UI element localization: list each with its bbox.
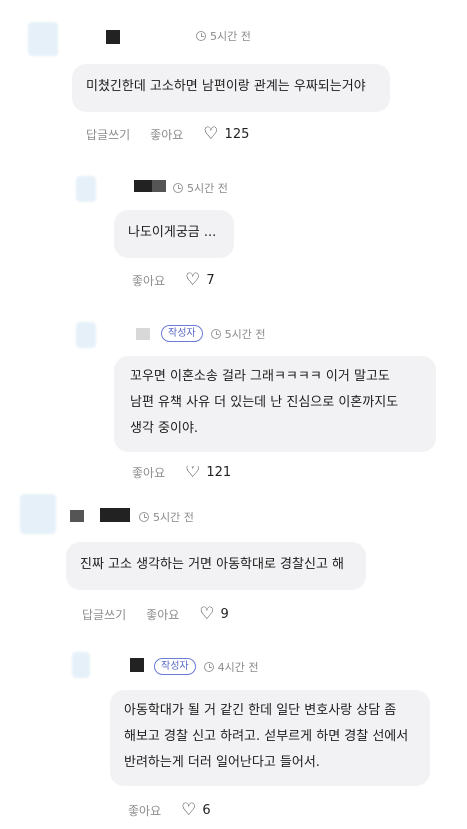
comment-bubble: 나도이게궁금 ...	[114, 210, 234, 258]
comment-actions: 답글쓰기 좋아요 ♡ 9	[82, 606, 229, 623]
like-button[interactable]: 좋아요	[128, 802, 161, 819]
like-count: 125	[224, 127, 250, 142]
heart-outline-icon[interactable]: ♡	[181, 802, 196, 819]
comment-text-line: 남편 유책 사유 더 있는데 난 진심으로 이혼까지도	[130, 395, 399, 410]
heart-outline-icon[interactable]: ♡	[185, 272, 200, 289]
like-button[interactable]: 좋아요	[146, 606, 179, 623]
comment-time: 4시간 전	[217, 660, 259, 674]
comment-meta: 작성자 5시간 전	[161, 325, 265, 342]
username-redacted[interactable]	[134, 180, 152, 192]
clock-icon	[203, 661, 214, 672]
like-count: 121	[206, 466, 232, 480]
comment-bubble: 꼬우면 이혼소송 걸라 그래ㅋㅋㅋㅋ 이거 말고도 남편 유책 사유 더 있는데…	[114, 356, 436, 452]
comment-actions: 좋아요 ♡ 7	[132, 272, 215, 289]
avatar[interactable]	[28, 22, 58, 56]
comment-bubble: 진짜 고소 생각하는 거면 아동학대로 경찰신고 해	[66, 542, 366, 590]
comment-bubble: 아동학대가 될 거 같긴 한데 일단 변호사랑 상담 좀 해보고 경찰 신고 하…	[110, 690, 430, 786]
username-redacted[interactable]	[130, 658, 144, 672]
avatar[interactable]	[20, 494, 56, 534]
comment-text: 나도이게궁금 ...	[128, 225, 217, 240]
comment-actions: 좋아요 ♡ 121	[132, 466, 332, 480]
actions-clip: 좋아요 ♡ 121	[132, 466, 332, 480]
comment-meta: 5시간 전	[139, 509, 194, 525]
comment-text-line: 해보고 경찰 신고 하려고. 섣부르게 하면 경찰 선에서	[124, 729, 409, 744]
comment-text-line: 생각 중이야.	[130, 421, 199, 436]
comment-text: 미쳤긴한데 고소하면 남편이랑 관계는 우짜되는거야	[86, 79, 366, 94]
comment-meta: 5시간 전	[173, 180, 228, 196]
comment-time: 5시간 전	[187, 182, 228, 195]
username-redacted	[152, 180, 166, 192]
reply-button[interactable]: 답글쓰기	[86, 126, 130, 143]
avatar[interactable]	[72, 652, 90, 678]
comment-actions: 답글쓰기 좋아요 ♡ 125	[86, 126, 249, 143]
comment-text-line: 반려하는게 더러 일어난다고 들어서.	[124, 755, 320, 770]
comment-actions: 좋아요 ♡ 6	[128, 802, 211, 819]
comment-text: 진짜 고소 생각하는 거면 아동학대로 경찰신고 해	[80, 557, 344, 572]
like-button[interactable]: 좋아요	[150, 126, 183, 143]
username-redacted[interactable]	[136, 328, 150, 340]
reply-button[interactable]: 답글쓰기	[82, 606, 126, 623]
clock-icon	[196, 31, 206, 41]
comment-time: 5시간 전	[224, 327, 266, 341]
comment-text-line: 아동학대가 될 거 같긴 한데 일단 변호사랑 상담 좀	[124, 703, 397, 718]
heart-outline-icon[interactable]: ♡	[199, 606, 214, 623]
clock-icon	[210, 328, 221, 339]
heart-outline-icon[interactable]: ♡	[203, 126, 218, 143]
avatar[interactable]	[76, 176, 96, 202]
username-redacted	[70, 510, 84, 522]
like-count: 6	[202, 803, 211, 818]
clock-icon	[173, 183, 183, 193]
like-count: 9	[220, 607, 229, 622]
avatar[interactable]	[76, 322, 96, 348]
like-count: 7	[206, 273, 215, 288]
like-button[interactable]: 좋아요	[132, 272, 165, 289]
comment-time: 5시간 전	[153, 511, 194, 524]
author-badge: 작성자	[154, 658, 196, 675]
clock-icon	[139, 512, 149, 522]
comment-meta: 5시간 전	[196, 28, 251, 44]
like-button[interactable]: 좋아요	[132, 466, 165, 480]
author-badge: 작성자	[161, 325, 203, 342]
username-redacted[interactable]	[100, 508, 130, 522]
heart-outline-icon[interactable]: ♡	[185, 466, 200, 480]
comment-time: 5시간 전	[210, 30, 251, 43]
comment-meta: 작성자 4시간 전	[154, 658, 258, 675]
comment-bubble: 미쳤긴한데 고소하면 남편이랑 관계는 우짜되는거야	[72, 64, 390, 112]
comment-text-line: 꼬우면 이혼소송 걸라 그래ㅋㅋㅋㅋ 이거 말고도	[130, 369, 390, 384]
username-redacted[interactable]	[106, 30, 120, 44]
